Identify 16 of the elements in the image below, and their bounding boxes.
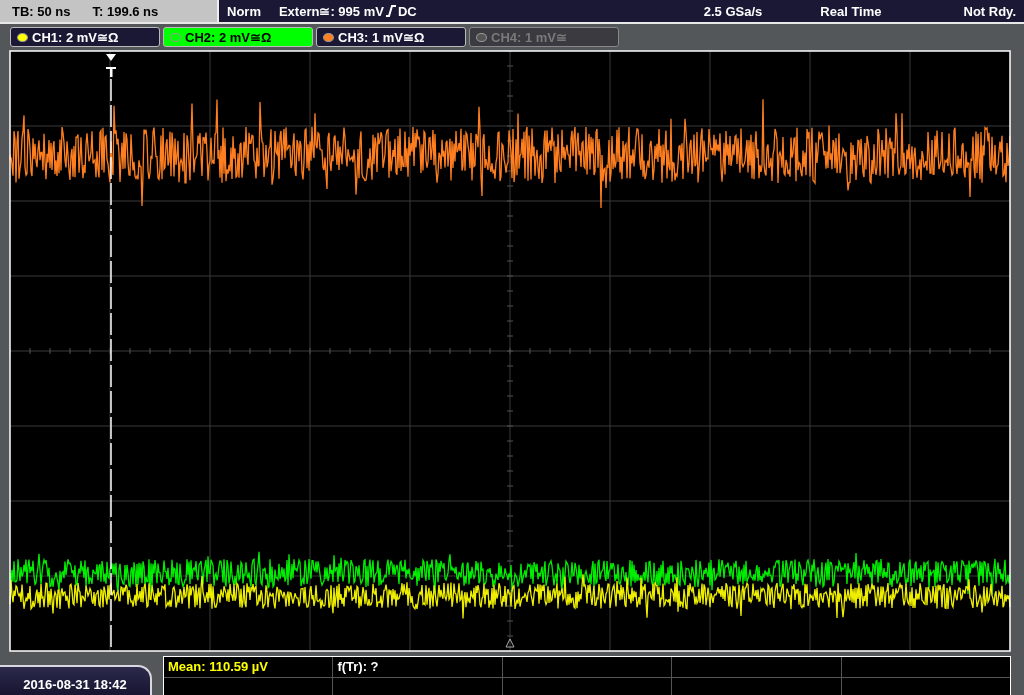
channel-tab[interactable]: CH1: 2 mV≅Ω <box>10 27 160 47</box>
trigger-mode-readout: Norm <box>227 3 261 19</box>
trigger-marker-icon <box>106 54 116 77</box>
measurement-readout: f(Tr): ? <box>337 659 379 675</box>
sample-rate-readout: 2.5 GSa/s <box>703 3 763 19</box>
trigger-coupling-readout: DC <box>397 3 417 19</box>
trigger-time-readout: T: 199.6 ns <box>92 3 159 19</box>
rising-edge-icon <box>385 5 396 17</box>
channel-tab[interactable]: CH2: 2 mV≅Ω <box>163 27 313 47</box>
position-marker-icon <box>505 638 515 648</box>
measurement-readout: Mean: 110.59 µV <box>168 659 268 675</box>
timebase-readout: TB: 50 ns <box>12 3 71 19</box>
status-readout: Not Rdy. <box>963 3 1016 19</box>
trigger-source-readout: Extern≅: 995 mV <box>278 3 384 19</box>
acquisition-mode-readout: Real Time <box>820 3 882 19</box>
channel-tab[interactable]: CH3: 1 mV≅Ω <box>316 27 466 47</box>
